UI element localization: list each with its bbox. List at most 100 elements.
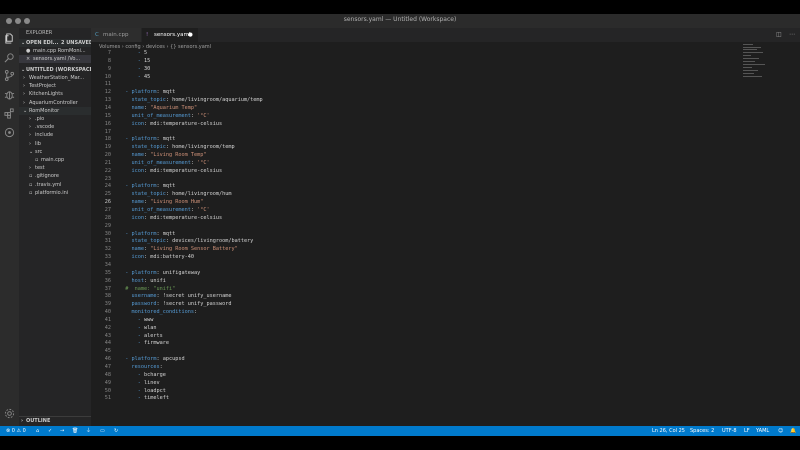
tree-item-label: KitchenLights (29, 91, 63, 98)
tab-sensors-yaml[interactable]: ! sensors.yaml ● (142, 28, 198, 42)
minimap[interactable] (741, 42, 781, 102)
more-actions-icon[interactable]: ⋯ (789, 31, 795, 38)
tree-item[interactable]: ⌄ RomMonitor (19, 106, 91, 115)
open-editors-section[interactable]: ⌄ OPEN EDI... 2 UNSAVED (19, 39, 91, 47)
outline-section[interactable]: › OUTLINE (19, 416, 91, 425)
code-line[interactable]: icon: mdi:battery-40 (119, 254, 194, 260)
line-endings[interactable]: LF (744, 426, 750, 436)
tree-item[interactable]: › .pio (19, 115, 91, 123)
editor-area: C main.cpp ! sensors.yaml ● ◫ ⋯ Volumes … (91, 28, 800, 426)
modified-dot-icon: ● (26, 48, 31, 54)
tree-item[interactable]: › AquariumController (19, 99, 91, 107)
status-home-icon[interactable]: ⌂ (36, 426, 39, 436)
line-number: 7 (107, 50, 111, 56)
platformio-icon[interactable] (4, 127, 15, 138)
tree-item[interactable]: ⌄ src (19, 148, 91, 156)
code-line[interactable]: unit_of_measurement: '°C' (119, 113, 210, 119)
open-editor-main[interactable]: ● main.cpp RomMoni... (19, 47, 91, 55)
language-mode[interactable]: YAML (756, 426, 769, 436)
gear-icon[interactable] (4, 408, 15, 419)
code-line[interactable]: - platform: mqtt (119, 136, 175, 142)
status-trash-icon[interactable]: 🗑 (72, 426, 78, 436)
code-line[interactable]: name: "Living Room Temp" (119, 152, 207, 158)
code-line[interactable]: name: "Aquarium Temp" (119, 105, 198, 111)
feedback-icon[interactable]: ☺ (778, 426, 783, 436)
line-number: 14 (104, 104, 111, 111)
tree-item[interactable]: › test (19, 164, 91, 172)
code-line[interactable]: - firmware (119, 340, 169, 346)
code-line[interactable]: icon: mdi:temperature-celsius (119, 215, 223, 221)
search-icon[interactable] (4, 52, 15, 63)
code-line[interactable]: state_topic: devices/livingroom/battery (119, 238, 254, 244)
code-line[interactable]: - wlan (119, 325, 157, 331)
code-line[interactable]: - 30 (119, 66, 151, 72)
indentation[interactable]: Spaces: 2 (690, 426, 714, 436)
tree-item[interactable]: ▫ .travis.yml (19, 181, 91, 189)
code-line[interactable]: - bcharge (119, 372, 166, 378)
tree-item[interactable]: › lib (19, 140, 91, 148)
line-number: 47 (104, 364, 111, 370)
code-line[interactable]: monitored_conditions: (119, 309, 198, 315)
code-line[interactable]: icon: mdi:temperature-celsius (119, 121, 223, 127)
code-line[interactable]: - 5 (119, 50, 147, 56)
status-upload-icon[interactable]: → (60, 426, 64, 436)
tree-item[interactable]: › TestProject (19, 82, 91, 90)
tree-item[interactable]: › KitchenLights (19, 90, 91, 98)
title-bar: sensors.yaml — Untitled (Workspace) (0, 14, 800, 28)
code-line[interactable]: - platform: unifigateway (119, 270, 200, 276)
encoding[interactable]: UTF-8 (722, 426, 737, 436)
split-editor-icon[interactable]: ◫ (776, 31, 782, 38)
line-number: 45 (104, 348, 111, 355)
code-line[interactable]: username: !secret unify_username (119, 293, 232, 299)
tree-item[interactable]: ▫ main.cpp (19, 156, 91, 164)
code-line[interactable]: name: "Living Room Hum" (119, 199, 204, 205)
code-line[interactable]: unit_of_measurement: '°C' (119, 160, 210, 166)
code-line[interactable]: state_topic: home/livingroom/aquarium/te… (119, 97, 263, 103)
tree-item[interactable]: ▫ platformio.ini (19, 189, 91, 197)
modified-dot-icon[interactable]: ● (188, 28, 193, 42)
code-line[interactable]: icon: mdi:temperature-celsius (119, 168, 223, 174)
code-line[interactable]: state_topic: home/livingroom/temp (119, 144, 235, 150)
code-line[interactable]: host: unifi (119, 278, 166, 284)
tree-item[interactable]: › WeatherStation_Mar... (19, 74, 91, 82)
tab-main-cpp[interactable]: C main.cpp (91, 28, 141, 42)
code-line[interactable]: - platform: mqtt (119, 231, 175, 237)
explorer-icon[interactable] (4, 33, 15, 44)
status-plug-icon[interactable]: ⏚ (86, 426, 91, 436)
status-terminal-icon[interactable]: ▭ (100, 426, 105, 436)
code-line[interactable]: - loadpct (119, 388, 166, 394)
problems-indicator[interactable]: ⊗ 0 ⚠ 0 (6, 426, 26, 436)
status-refresh-icon[interactable]: ↻ (114, 426, 118, 436)
workspace-section[interactable]: ⌄ UNTITLED (WORKSPACE) (19, 66, 91, 74)
code-line[interactable]: - 15 (119, 58, 151, 64)
code-line[interactable]: unit_of_measurement: '°C' (119, 207, 210, 213)
code-line[interactable]: name: "Living Room Sensor Battery" (119, 246, 238, 252)
code-line[interactable]: - www (119, 317, 154, 323)
line-number: 20 (104, 152, 111, 159)
code-line[interactable]: state_topic: home/livingroom/hum (119, 191, 232, 197)
workspace-label: UNTITLED (WORKSPACE) (26, 67, 91, 73)
code-line[interactable]: - platform: apcupsd (119, 356, 184, 362)
unsaved-badge: 2 UNSAVED (61, 40, 91, 46)
code-line[interactable]: - platform: mqtt (119, 183, 175, 189)
code-line[interactable]: password: !secret unify_password (119, 301, 232, 307)
breadcrumb[interactable]: Volumes › config › devices › {} sensors.… (99, 42, 211, 52)
code-line[interactable]: - platform: mqtt (119, 89, 175, 95)
code-line[interactable]: # name: "unifi" (119, 286, 175, 292)
open-editor-sensors[interactable]: × sensors.yaml /Vo... (19, 55, 91, 63)
tree-item[interactable]: › .vscode (19, 123, 91, 131)
code-line[interactable]: - linev (119, 380, 160, 386)
notifications-icon[interactable]: 🔔 (790, 426, 796, 436)
extensions-icon[interactable] (4, 108, 15, 119)
tree-item[interactable]: ▫ .gitignore (19, 172, 91, 180)
status-check-icon[interactable]: ✓ (48, 426, 52, 436)
tree-item[interactable]: › include (19, 131, 91, 139)
source-control-icon[interactable] (4, 70, 15, 81)
code-line[interactable]: - timeleft (119, 395, 169, 401)
close-icon[interactable]: × (26, 55, 30, 63)
debug-icon[interactable] (4, 89, 15, 100)
code-line[interactable]: - alerts (119, 333, 163, 339)
cursor-position[interactable]: Ln 26, Col 25 (652, 426, 685, 436)
code-line[interactable]: resources: (119, 364, 163, 370)
code-line[interactable]: - 45 (119, 74, 151, 80)
